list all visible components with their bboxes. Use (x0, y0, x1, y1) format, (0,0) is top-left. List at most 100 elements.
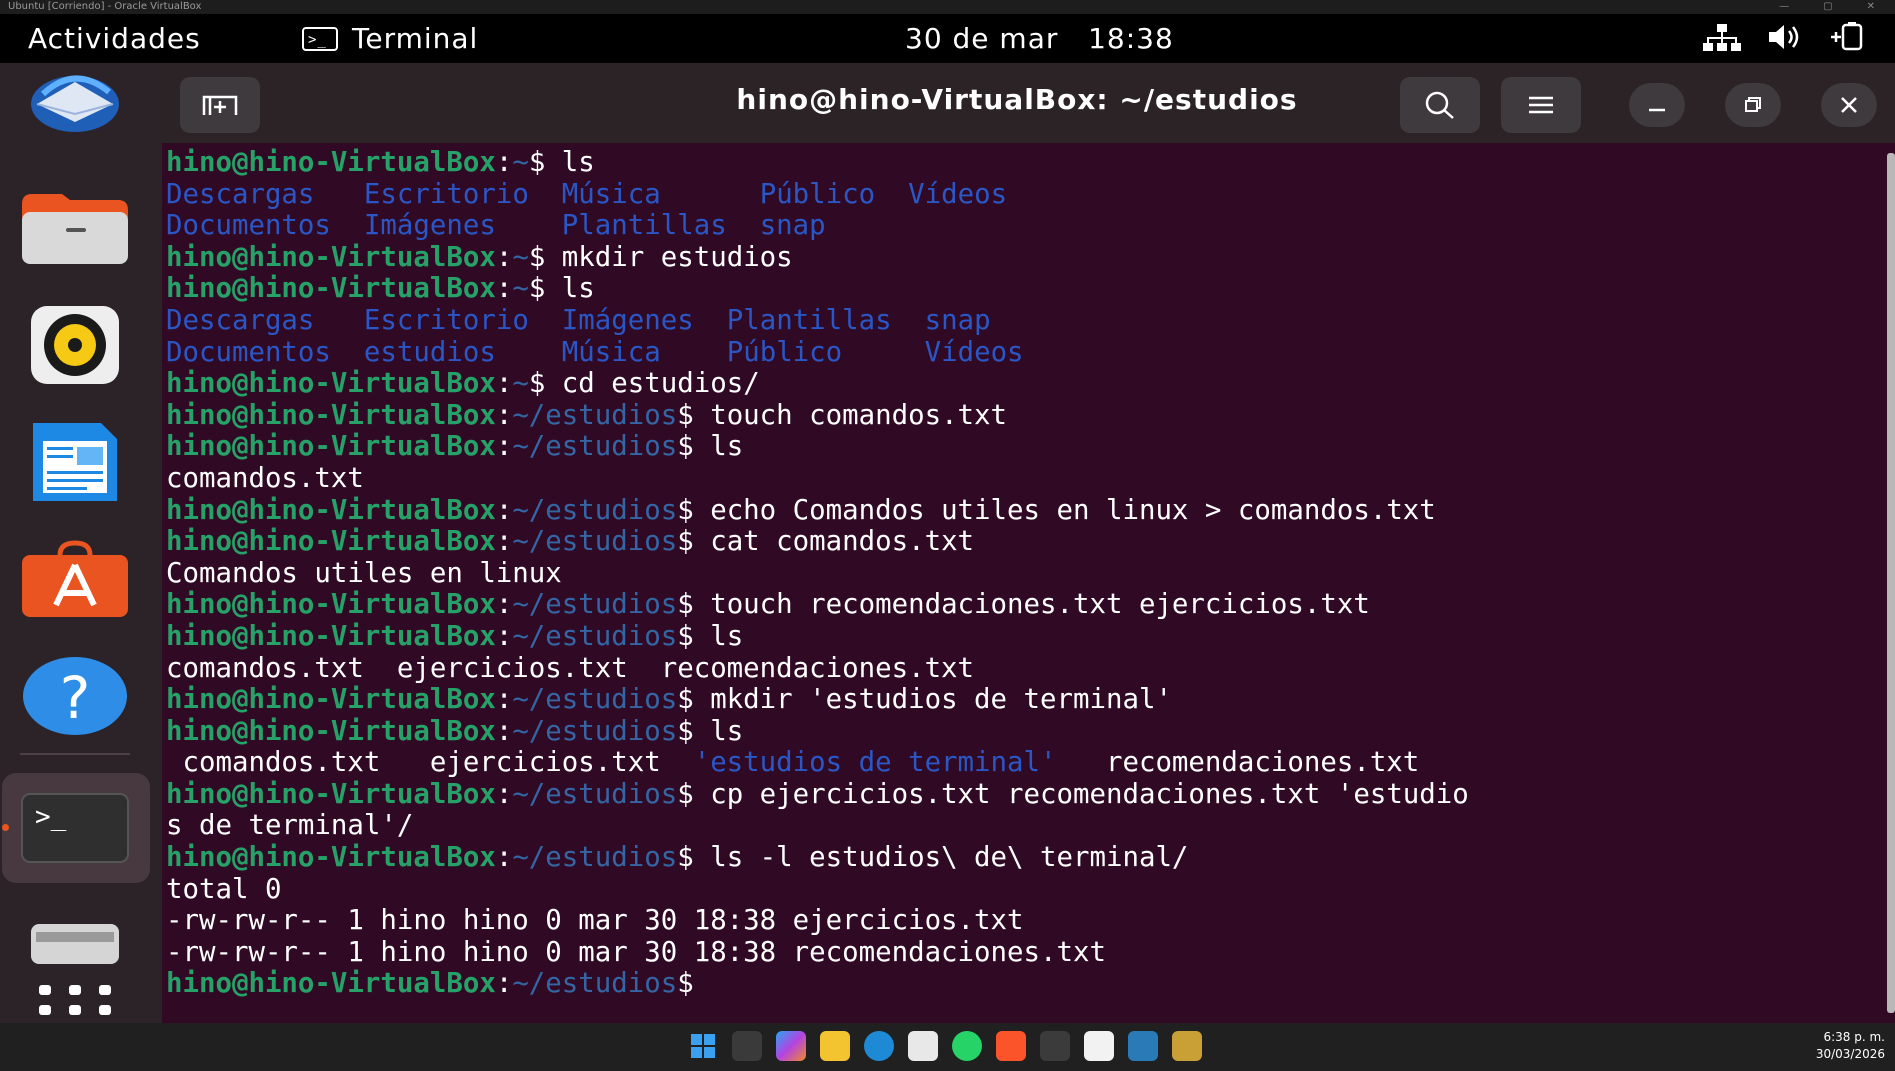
directory-name: Documentos (166, 336, 331, 368)
terminal-line: comandos.txt (166, 463, 1866, 495)
network-icon[interactable] (1703, 22, 1741, 52)
virtualbox-icon[interactable] (1128, 1031, 1158, 1061)
host-minimize-button[interactable]: — (1779, 0, 1789, 14)
app-icon[interactable] (1172, 1031, 1202, 1061)
host-window-title: Ubuntu [Corriendo] - Oracle VirtualBox (8, 1, 202, 12)
writer-launcher[interactable] (20, 414, 130, 510)
brave-browser-icon[interactable] (996, 1031, 1026, 1061)
power-icon[interactable] (1829, 22, 1865, 52)
files-launcher[interactable] (20, 180, 130, 276)
rhythmbox-launcher[interactable] (20, 297, 130, 393)
prompt-path: ~/estudios (512, 589, 678, 621)
search-button[interactable] (1400, 77, 1480, 133)
edge-browser-icon[interactable] (864, 1031, 894, 1061)
prompt-path: ~/estudios (512, 431, 678, 463)
main-menu-button[interactable] (1501, 77, 1581, 133)
terminal-line: Documentos Imágenes Plantillas snap (166, 210, 1866, 242)
terminal-output[interactable]: hino@hino-VirtualBox:~$ ls Descargas Escr… (166, 147, 1866, 1000)
terminal-line: hino@hino-VirtualBox:~/estudios$ cat com… (166, 526, 1866, 558)
prompt-path: ~/estudios (512, 715, 678, 747)
directory-name: snap (924, 304, 991, 336)
terminal-scrollbar[interactable] (1887, 153, 1895, 1013)
gnome-top-bar: Actividades >_ Terminal 30 de mar 18:38 (0, 14, 1895, 63)
terminal-text: $ touch recomendaciones.txt ejercicios.t… (677, 589, 1370, 621)
terminal-text: : (495, 968, 513, 1000)
terminal-text: $ cd estudios/ (528, 368, 760, 400)
new-tab-button[interactable] (180, 77, 260, 133)
notion-icon[interactable] (1084, 1031, 1114, 1061)
terminal-text: $ mkdir 'estudios de terminal' (677, 684, 1172, 716)
terminal-text: : (495, 526, 513, 558)
prompt-path: ~/estudios (512, 494, 678, 526)
windows-start-button[interactable] (688, 1031, 718, 1061)
svg-text:?: ? (60, 664, 91, 732)
terminal-line: s de terminal'/ (166, 810, 1866, 842)
clock-button[interactable]: 30 de mar 18:38 (905, 22, 1174, 55)
volume-icon[interactable] (1767, 22, 1803, 52)
terminal-line: Comandos utiles en linux (166, 558, 1866, 590)
prompt-user: hino@hino-VirtualBox (166, 147, 496, 178)
app-menu-button[interactable]: >_ Terminal (302, 22, 478, 55)
whatsapp-icon[interactable] (952, 1031, 982, 1061)
directory-name: Descargas (166, 178, 348, 210)
host-time: 6:38 p. m. (1823, 1030, 1885, 1044)
maximize-button[interactable] (1725, 83, 1781, 127)
prompt-user: hino@hino-VirtualBox (166, 431, 496, 463)
prompt-path: ~/estudios (512, 684, 678, 716)
terminal-text: : (495, 273, 513, 305)
task-view-icon[interactable] (732, 1031, 762, 1061)
microsoft-store-icon[interactable] (908, 1031, 938, 1061)
terminal-text: $ cat comandos.txt (677, 526, 975, 558)
terminal-launcher[interactable]: >_ (20, 780, 130, 876)
prompt-path: ~/estudios (512, 778, 678, 810)
prompt-user: hino@hino-VirtualBox (166, 526, 496, 558)
prompt-user: hino@hino-VirtualBox (166, 368, 496, 400)
terminal-text: s de terminal'/ (166, 810, 414, 842)
prompt-path: ~ (512, 273, 529, 305)
file-explorer-icon[interactable] (820, 1031, 850, 1061)
directory-name: Público (759, 178, 876, 210)
host-window-titlebar: Ubuntu [Corriendo] - Oracle VirtualBox —… (0, 0, 1895, 14)
host-clock[interactable]: 6:38 p. m. 30/03/2026 (1816, 1029, 1885, 1063)
directory-name: Música (561, 336, 661, 368)
system-tray[interactable] (1703, 22, 1865, 52)
terminal-line: hino@hino-VirtualBox:~/estudios$ ls (166, 431, 1866, 463)
activities-button[interactable]: Actividades (28, 22, 201, 55)
terminal-line: Descargas Escritorio Música Público Víde… (166, 179, 1866, 211)
host-close-button[interactable]: ✕ (1867, 0, 1875, 14)
app-center-launcher[interactable] (20, 531, 130, 627)
minimize-button[interactable] (1629, 83, 1685, 127)
terminal-line: hino@hino-VirtualBox:~/estudios$ touch c… (166, 400, 1866, 432)
directory-name: Documentos (166, 210, 331, 242)
directory-name: snap (759, 210, 826, 242)
copilot-icon[interactable] (776, 1031, 806, 1061)
host-maximize-button[interactable]: ▢ (1823, 0, 1832, 14)
help-launcher[interactable]: ? (20, 648, 130, 744)
terminal-line: hino@hino-VirtualBox:~/estudios$ ls (166, 716, 1866, 748)
thunderbird-launcher[interactable] (20, 53, 130, 149)
running-indicator (2, 824, 9, 831)
restore-icon (1745, 97, 1761, 112)
prompt-user: hino@hino-VirtualBox (166, 842, 496, 874)
close-icon (1841, 97, 1857, 113)
terminal-text: comandos.txt ejercicios.txt (166, 747, 694, 779)
directory-name: Vídeos (908, 178, 1008, 210)
terminal-text: comandos.txt (166, 462, 364, 494)
terminal-window: hino@hino-VirtualBox: ~/estudios hino@hi… (162, 63, 1895, 1023)
close-button[interactable] (1821, 83, 1877, 127)
terminal-host-icon[interactable] (1040, 1031, 1070, 1061)
prompt-path: ~ (512, 147, 529, 178)
search-icon (1425, 91, 1454, 119)
terminal-line: hino@hino-VirtualBox:~/estudios$ mkdir '… (166, 684, 1866, 716)
clock-time: 18:38 (1088, 22, 1174, 55)
terminal-text: $ ls (528, 273, 595, 305)
terminal-text: : (495, 778, 513, 810)
terminal-line: comandos.txt ejercicios.txt recomendacio… (166, 653, 1866, 685)
